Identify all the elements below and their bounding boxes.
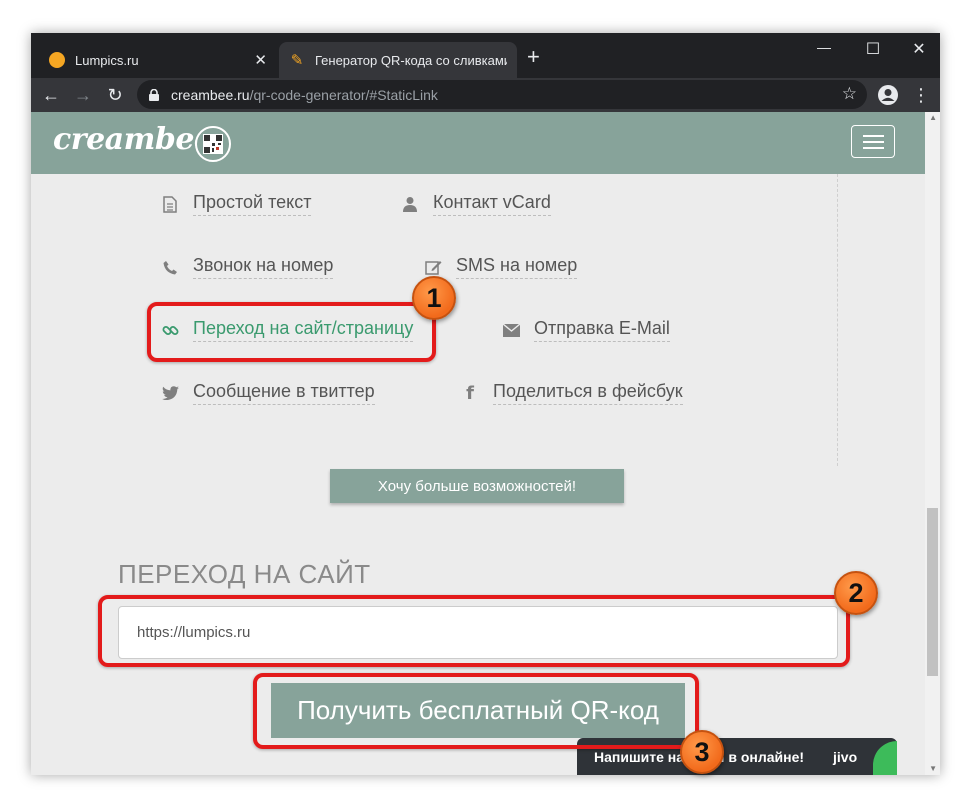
step-badge-1: 1 [412,276,456,320]
browser-toolbar: ← → ↻ creambee.ru /qr-code-generator/#St… [31,78,940,112]
option-label: Сообщение в твиттер [193,381,375,405]
reload-icon[interactable]: ↻ [103,82,127,108]
option-label: Поделиться в фейсбук [493,381,683,405]
option-label: Контакт vCard [433,192,551,216]
qr-logo-icon [195,126,231,162]
option-phone-call[interactable]: Звонок на номер [161,255,334,279]
chat-status-icon [873,741,897,775]
lock-icon [149,88,159,101]
profile-icon[interactable] [878,85,898,105]
chat-widget-brand: jivo [833,749,858,765]
close-window-icon[interactable]: ✕ [909,39,929,59]
new-tab-button[interactable]: + [527,46,540,68]
option-sms[interactable]: SMS на номер [424,255,578,279]
phone-icon [161,260,179,275]
step-badge-3: 3 [680,730,724,774]
tab-title: Lumpics.ru [75,52,139,68]
step-badge-2: 2 [834,571,878,615]
option-plain-text[interactable]: Простой текст [161,192,312,216]
scrollbar-thumb[interactable] [927,508,938,676]
bookmark-star-icon[interactable]: ☆ [842,84,857,104]
hamburger-menu-button[interactable] [851,125,895,158]
lumpics-favicon-icon [49,52,65,68]
option-facebook[interactable]: f Поделиться в фейсбук [461,381,683,405]
site-logo[interactable]: creambee [53,122,213,157]
document-icon [161,195,179,213]
option-label: Звонок на номер [193,255,334,279]
option-email[interactable]: Отправка E-Mail [502,318,670,342]
minimize-icon[interactable]: — [814,39,834,55]
twitter-icon [161,386,179,400]
address-host: creambee.ru [171,86,250,103]
dashed-divider [837,174,838,466]
title-bar: Lumpics.ru ✕ ✎ Генератор QR-кода со слив… [31,33,940,78]
scroll-down-icon[interactable]: ▼ [929,764,937,773]
site-header: creambee [31,112,925,174]
highlight-get-qr-button [253,673,699,749]
maximize-icon[interactable]: ☐ [863,39,883,59]
option-vcard[interactable]: Контакт vCard [401,192,551,216]
section-title: ПЕРЕХОД НА САЙТ [118,559,371,589]
envelope-icon [502,323,520,337]
tab-lumpics[interactable]: Lumpics.ru ✕ [39,42,277,78]
close-tab-icon[interactable]: ✕ [254,51,267,69]
address-bar[interactable]: creambee.ru /qr-code-generator/#StaticLi… [137,80,867,109]
menu-kebab-icon[interactable]: ⋮ [909,82,933,108]
option-twitter[interactable]: Сообщение в твиттер [161,381,375,405]
highlight-option-website [147,302,436,362]
back-icon[interactable]: ← [39,82,63,108]
highlight-url-input [98,595,850,667]
option-label: SMS на номер [456,255,578,279]
user-icon [401,196,419,212]
creambee-favicon-icon: ✎ [290,52,304,69]
more-options-button[interactable]: Хочу больше возможностей! [330,469,624,503]
facebook-icon: f [466,382,474,404]
option-label: Простой текст [193,192,312,216]
option-label: Отправка E-Mail [534,318,670,342]
tab-creambee[interactable]: ✎ Генератор QR-кода со сливками [279,42,517,78]
tab-title: Генератор QR-кода со сливками [315,52,507,68]
edit-icon [424,259,442,275]
scroll-up-icon[interactable]: ▲ [929,113,937,122]
forward-icon[interactable]: → [71,82,95,108]
address-path: /qr-code-generator/#StaticLink [249,86,438,103]
